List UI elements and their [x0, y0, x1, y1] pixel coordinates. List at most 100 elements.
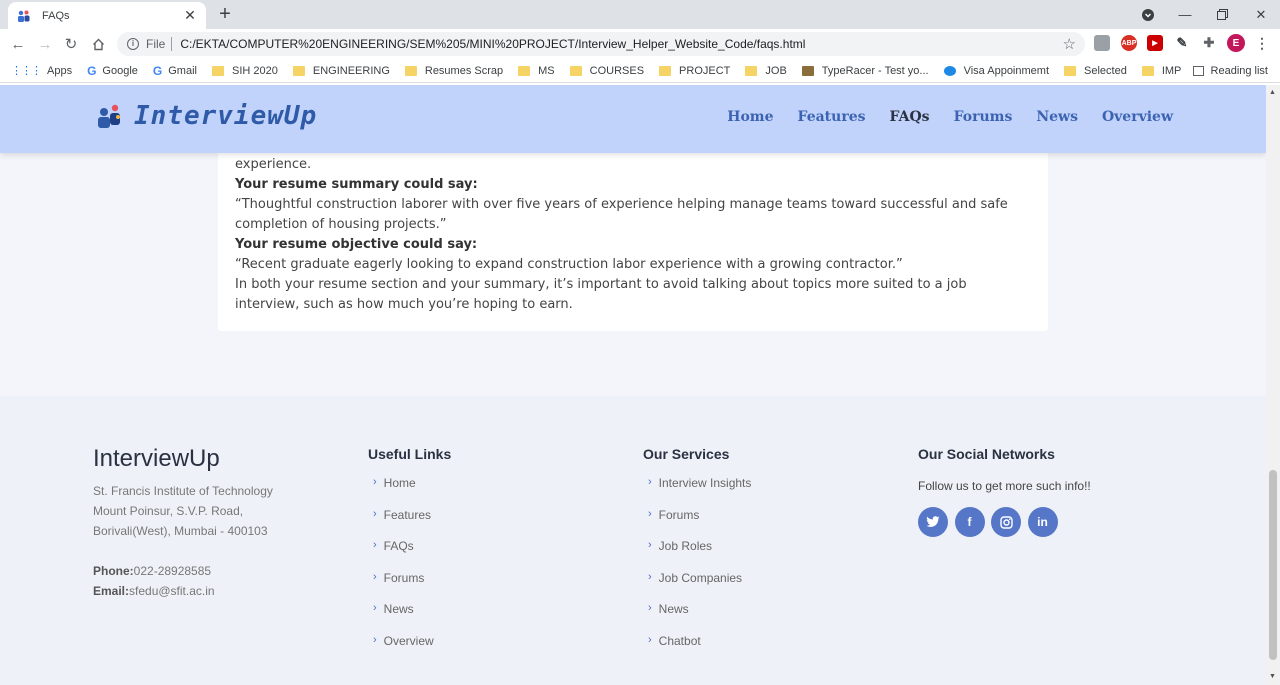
cloud-icon: [943, 65, 956, 76]
bookmark-label: ENGINEERING: [312, 64, 390, 77]
footer-link[interactable]: › Features: [368, 508, 618, 540]
instagram-icon[interactable]: [991, 507, 1021, 537]
bookmark-folder[interactable]: JOB: [745, 65, 787, 77]
chevron-right-icon: ›: [648, 570, 652, 583]
bookmark-typeracer[interactable]: TypeRacer - Test yo...: [801, 65, 929, 77]
footer-link[interactable]: › News: [368, 602, 618, 634]
folder-icon: [404, 65, 417, 76]
nav-overview[interactable]: Overview: [1102, 109, 1173, 125]
address-line: Borivali(West), Mumbai - 400103: [93, 524, 268, 538]
close-tab-icon[interactable]: ✕: [182, 7, 198, 24]
chevron-right-icon: ›: [373, 539, 377, 552]
nav-forums[interactable]: Forums: [954, 109, 1013, 125]
bookmark-label: COURSES: [589, 64, 645, 77]
bookmark-folder[interactable]: COURSES: [569, 64, 645, 77]
chevron-right-icon: ›: [373, 507, 377, 520]
tab-search-icon[interactable]: [1129, 0, 1167, 29]
close-window-icon[interactable]: ✕: [1242, 0, 1280, 29]
useful-links-title: Useful Links: [368, 446, 452, 462]
minimize-icon[interactable]: —: [1166, 0, 1204, 29]
service-link[interactable]: › Job Companies: [643, 571, 893, 603]
pen-extension-icon[interactable]: ✎: [1174, 35, 1190, 51]
bookmark-folder[interactable]: Resumes Scrap: [404, 65, 503, 77]
facebook-icon[interactable]: f: [954, 507, 985, 537]
profile-avatar[interactable]: E: [1227, 34, 1245, 52]
footer-contact: Phone:022-28928585 Email:sfedu@sfit.ac.i…: [93, 561, 343, 601]
reload-icon[interactable]: ↻: [59, 33, 83, 55]
faq-answer-card: experience. Your resume summary could sa…: [218, 125, 1048, 331]
info-icon[interactable]: i: [127, 38, 139, 50]
new-tab-button[interactable]: +: [215, 3, 235, 25]
bookmark-label: PROJECT: [679, 64, 731, 77]
site-footer: InterviewUp St. Francis Institute of Tec…: [0, 396, 1266, 685]
nav-home[interactable]: Home: [727, 109, 773, 125]
site-logo[interactable]: InterviewUp: [96, 101, 317, 131]
service-link-label: Chatbot: [658, 633, 701, 648]
folder-icon: [659, 65, 672, 76]
extension-icon[interactable]: [1094, 35, 1110, 51]
browser-tab[interactable]: FAQs ✕: [8, 2, 206, 29]
bookmark-gmail[interactable]: G Gmail: [153, 64, 197, 78]
nav-news[interactable]: News: [1036, 109, 1078, 125]
logo-icon: [98, 104, 120, 128]
service-link[interactable]: › Forums: [643, 508, 893, 540]
home-icon[interactable]: [86, 33, 110, 55]
bookmark-folder[interactable]: MS: [518, 65, 555, 77]
objective-heading: Your resume objective could say:: [235, 237, 478, 252]
url-separator: [171, 37, 173, 51]
bookmark-google[interactable]: G Google: [87, 64, 138, 78]
bookmark-folder[interactable]: SIH 2020: [211, 65, 278, 77]
footer-link[interactable]: › FAQs: [368, 539, 618, 571]
page-scrollbar[interactable]: ▲ ▼: [1266, 85, 1280, 685]
footer-social: Our Social Networks Follow us to get mor…: [918, 396, 1218, 537]
browser-toolbar: ← → ↻ i File C:/EKTA/COMPUTER%20ENGINEER…: [0, 29, 1280, 59]
extensions-puzzle-icon[interactable]: ✚: [1201, 35, 1217, 51]
footer-link-label: News: [383, 602, 414, 617]
youtube-extension-icon[interactable]: ▶: [1147, 35, 1163, 51]
bookmark-visa[interactable]: Visa Appoinmemt: [943, 64, 1049, 77]
services-title: Our Services: [643, 446, 730, 462]
footer-link[interactable]: › Home: [368, 476, 618, 508]
bookmark-label: Apps: [47, 64, 73, 77]
url-text[interactable]: C:/EKTA/COMPUTER%20ENGINEERING/SEM%205/M…: [180, 37, 1062, 51]
bookmark-star-icon[interactable]: ☆: [1063, 35, 1076, 53]
service-link[interactable]: › Interview Insights: [643, 476, 893, 508]
footer-about: InterviewUp St. Francis Institute of Tec…: [93, 396, 343, 601]
maximize-icon[interactable]: [1203, 0, 1241, 29]
service-link[interactable]: › Job Roles: [643, 539, 893, 571]
service-link[interactable]: › Chatbot: [643, 634, 893, 666]
email-value[interactable]: sfedu@sfit.ac.in: [129, 584, 215, 598]
reading-list-icon: [1192, 66, 1204, 76]
address-line: Mount Poinsur, S.V.P. Road,: [93, 504, 244, 518]
bookmark-folder[interactable]: PROJECT: [659, 65, 730, 77]
objective-text: “Recent graduate eagerly looking to expa…: [235, 257, 903, 272]
reading-list[interactable]: Reading list: [1192, 59, 1268, 83]
bookmark-folder[interactable]: IMP: [1141, 65, 1181, 77]
typeracer-icon: [801, 65, 814, 76]
bookmark-folder[interactable]: ENGINEERING: [292, 64, 390, 77]
scroll-down-icon[interactable]: ▼: [1269, 673, 1276, 680]
summary-heading: Your resume summary could say:: [235, 177, 478, 192]
linkedin-icon[interactable]: in: [1027, 507, 1058, 537]
back-icon[interactable]: ←: [6, 33, 30, 55]
address-bar[interactable]: i File C:/EKTA/COMPUTER%20ENGINEERING/SE…: [117, 32, 1085, 56]
scroll-up-icon[interactable]: ▲: [1269, 89, 1276, 96]
chevron-right-icon: ›: [648, 539, 652, 552]
bookmark-apps[interactable]: ⋮⋮⋮ Apps: [11, 64, 73, 78]
scrollbar-thumb[interactable]: [1269, 470, 1277, 660]
twitter-icon[interactable]: [918, 507, 948, 537]
bookmark-folder[interactable]: Selected: [1064, 65, 1127, 77]
footer-link[interactable]: › Overview: [368, 634, 618, 666]
footer-link[interactable]: › Forums: [368, 571, 618, 603]
service-link[interactable]: › News: [643, 602, 893, 634]
menu-kebab-icon[interactable]: ⋮: [1254, 35, 1270, 51]
bookmark-label: Visa Appoinmemt: [963, 64, 1049, 77]
adblock-icon[interactable]: ABP: [1121, 35, 1137, 51]
faq-text: experience.: [235, 157, 312, 172]
nav-features[interactable]: Features: [798, 109, 866, 125]
tab-strip: FAQs ✕ + — ✕: [0, 0, 1280, 29]
forward-icon[interactable]: →: [33, 33, 57, 55]
footer-link-label: Overview: [383, 633, 434, 648]
nav-faqs[interactable]: FAQs: [890, 109, 930, 125]
email-line: Email:sfedu@sfit.ac.in: [93, 581, 343, 601]
